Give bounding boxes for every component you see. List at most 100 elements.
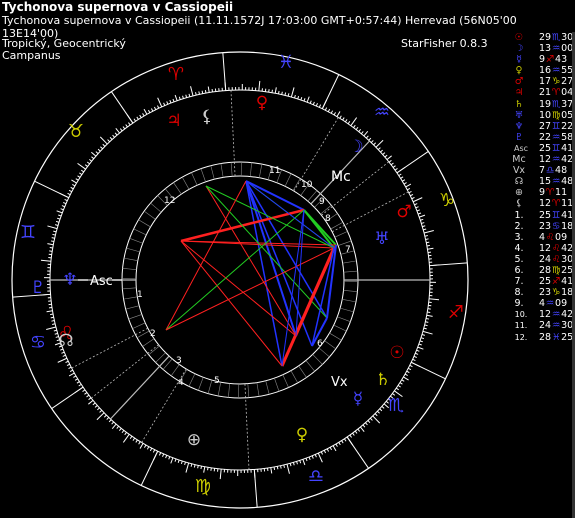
degree-tick (61, 351, 65, 354)
inner-tick (343, 270, 358, 273)
degree-tick (177, 459, 180, 463)
pluto-icon: ♇ (514, 131, 524, 143)
degree-tick (360, 426, 365, 432)
table-row: ☽ 13♒00 (512, 43, 575, 54)
aspect-lines (165, 180, 337, 367)
degree-tick (395, 387, 399, 391)
aspect-line (165, 180, 247, 331)
inner-tick (230, 162, 233, 177)
degree-tick (411, 197, 415, 200)
natal-chart-wheel[interactable]: Asc Mc Vx ♈♓♒♑♐♏♎♍♌♋♊♉ ♃ ⚸♀☽♂♅☉♄☿♀⊕♆♇☊ 12… (0, 0, 575, 518)
position-value: 24♌30 (539, 253, 574, 265)
degree-tick (416, 349, 420, 352)
sign-icon: ♓ (551, 331, 561, 343)
degree-tick (427, 311, 431, 313)
uranus-icon[interactable]: ♅ (374, 229, 389, 249)
degree-tick (416, 209, 420, 212)
position-value: 25♐41 (539, 276, 574, 288)
degree-tick (377, 147, 381, 151)
positions-table: ☉ 29♏30 ☽ 13♒00 ☿ 9♐43 ♀ 16♒55 ♂ 17♑27 ♃ 21♈04 ♄ 19♏3… (512, 32, 575, 343)
degree-tick (52, 323, 56, 325)
house-6: 6. (514, 264, 524, 276)
house-10: 10. (514, 310, 528, 320)
table-row: ♀ 16♒55 (512, 65, 575, 76)
degree-tick (318, 104, 322, 108)
degree-tick (355, 126, 359, 130)
saturn-icon[interactable]: ♄ (375, 370, 390, 390)
degree-tick (352, 432, 355, 436)
degree-tick (165, 455, 168, 459)
inner-tick (305, 360, 316, 372)
table-row: ♅ 10♍05 (512, 110, 575, 121)
house-1: 1. (514, 209, 524, 221)
degree-tick (283, 464, 285, 468)
degree-tick (95, 151, 99, 155)
degree-tick (115, 128, 120, 134)
table-row: ⊕ 9♈11 (512, 187, 575, 198)
degree-tick (367, 420, 371, 424)
inner-tick (170, 364, 180, 377)
virgo-icon: ♍ (195, 476, 211, 497)
degree-tick (315, 103, 318, 107)
degree-tick (344, 119, 348, 123)
degree-tick (400, 176, 404, 179)
moon-icon[interactable]: ☽ (348, 137, 363, 157)
position-value: 27♊22 (539, 120, 574, 132)
node-icon[interactable]: ☊ (58, 331, 73, 351)
jupiter-icon[interactable]: ♃ (166, 111, 181, 131)
degree-tick (290, 87, 295, 98)
pluto-icon[interactable]: ♇ (30, 278, 45, 298)
degree-tick (292, 462, 295, 466)
house-number: 11 (269, 166, 280, 176)
inner-tick (136, 330, 150, 339)
degree-tick (128, 122, 131, 126)
degree-tick (323, 450, 327, 454)
inner-tick (200, 168, 206, 182)
house-12: 12. (514, 332, 528, 342)
mars-icon[interactable]: ♂ (396, 202, 411, 222)
degree-tick (157, 105, 160, 109)
degree-tick (284, 92, 287, 96)
table-row: 9. 4♒09 (512, 298, 575, 309)
house-number: 8 (325, 214, 331, 224)
degree-tick (277, 90, 280, 95)
degree-tick (320, 451, 323, 455)
venus-icon[interactable]: ♀ (256, 93, 268, 113)
fortune-icon[interactable]: ⊕ (187, 430, 201, 450)
degree-tick (197, 465, 199, 469)
degree-tick (63, 202, 67, 205)
degree-tick (174, 458, 177, 462)
house-8: 8. (514, 287, 524, 299)
lilith-icon[interactable]: ⚸ (201, 107, 213, 127)
neptune-icon[interactable]: ♆ (62, 270, 77, 290)
house-cusp (230, 90, 236, 177)
degree-tick (158, 452, 162, 456)
degree-tick (72, 184, 76, 187)
inner-tick (122, 268, 137, 271)
degree-tick (347, 121, 351, 125)
house-cusp (244, 383, 250, 470)
sun-icon[interactable]: ☉ (389, 343, 404, 363)
degree-tick (405, 183, 412, 188)
zodiac-signs: ♈♓♒♑♐♏♎♍♌♋♊♉ (20, 52, 464, 497)
degree-tick (119, 128, 123, 132)
degree-tick (415, 206, 419, 209)
mercury-icon: ☿ (516, 54, 522, 66)
sign-boundary (253, 469, 258, 508)
house-5: 5. (514, 253, 524, 265)
sign-icon: ♒ (551, 176, 561, 188)
degree-tick (172, 98, 175, 102)
asc-label: Asc (513, 143, 529, 153)
sign-boundary (396, 151, 429, 174)
inner-tick (122, 287, 137, 290)
degree-tick (71, 179, 77, 184)
mercury-icon[interactable]: ☿ (353, 389, 363, 409)
venus-icon[interactable]: ♀ (296, 425, 308, 445)
table-row: ♃ 21♈04 (512, 87, 575, 98)
degree-tick (274, 87, 277, 94)
degree-tick (379, 408, 383, 412)
degree-tick (53, 230, 57, 233)
degree-tick (99, 136, 108, 145)
degree-tick (109, 136, 113, 140)
degree-tick (122, 126, 126, 130)
